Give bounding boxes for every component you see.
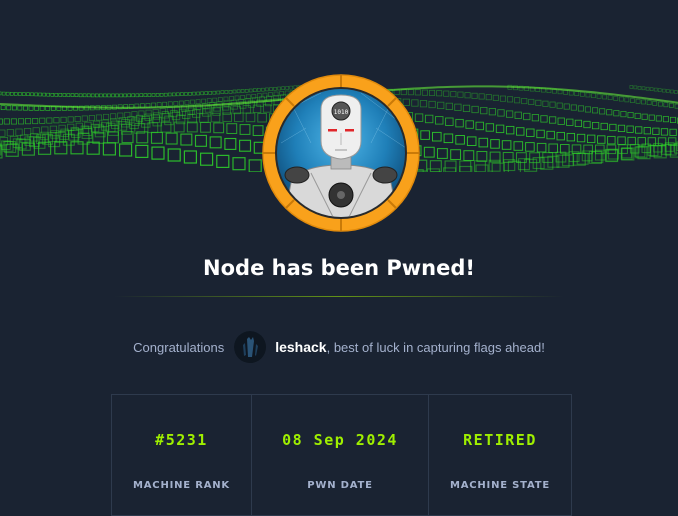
congrats-suffix: , best of luck in capturing flags ahead! <box>327 340 545 355</box>
stat-pwn-date: 08 Sep 2024 PWN DATE <box>252 395 429 515</box>
username-link[interactable]: leshack <box>275 339 326 355</box>
pwn-date-label: PWN DATE <box>252 480 428 491</box>
stat-machine-rank: #5231 MACHINE RANK <box>112 395 252 515</box>
machine-state-value: RETIRED <box>429 431 571 449</box>
user-avatar-icon <box>234 331 266 363</box>
page-title: Node has been Pwned! <box>0 256 678 280</box>
pwn-date-value: 08 Sep 2024 <box>252 431 428 449</box>
title-divider <box>114 296 564 297</box>
user-avatar[interactable] <box>234 331 266 363</box>
robot-avatar-icon: 1010 <box>261 73 421 233</box>
machine-badge: 1010 <box>261 73 421 233</box>
congrats-message: Congratulations leshack , best of luck i… <box>0 330 678 364</box>
stat-machine-state: RETIRED MACHINE STATE <box>429 395 571 515</box>
svg-text:1010: 1010 <box>334 109 349 116</box>
congrats-prefix: Congratulations <box>133 340 224 355</box>
machine-rank-value: #5231 <box>112 431 251 449</box>
machine-state-label: MACHINE STATE <box>429 480 571 491</box>
stats-panel: #5231 MACHINE RANK 08 Sep 2024 PWN DATE … <box>111 394 572 516</box>
machine-rank-label: MACHINE RANK <box>112 480 251 491</box>
